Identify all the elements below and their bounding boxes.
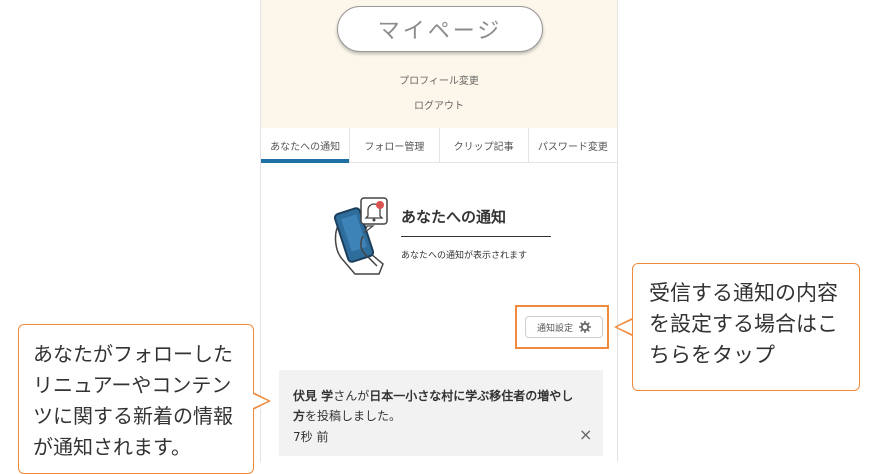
- notification-card[interactable]: 伏見 学さんが日本一小さな村に学ぶ移住者の増やし方を投稿しました。 7秒 前 ×: [279, 370, 603, 456]
- notifications-heading: あなたへの通知: [401, 208, 507, 226]
- profile-area: マイページ プロフィール変更 ログアウト: [261, 0, 617, 128]
- mypage-panel: マイページ プロフィール変更 ログアウト あなたへの通知 フォロー管理 クリップ…: [260, 0, 618, 462]
- close-icon[interactable]: ×: [579, 426, 592, 444]
- callout-pointer-left-fill: [253, 394, 268, 408]
- tab-follow-management[interactable]: フォロー管理: [350, 128, 440, 162]
- callout-pointer-right-fill: [617, 320, 632, 334]
- notification-message: 伏見 学さんが日本一小さな村に学ぶ移住者の増やし方を投稿しました。: [293, 386, 583, 426]
- tab-notifications[interactable]: あなたへの通知: [261, 128, 351, 163]
- heading-divider: [401, 236, 551, 237]
- phone-notification-icon: [333, 197, 388, 275]
- notifications-description: あなたへの通知が表示されます: [401, 251, 528, 261]
- notification-action: を投稿しました。: [305, 409, 402, 423]
- profile-edit-link[interactable]: プロフィール変更: [261, 72, 617, 87]
- logout-link[interactable]: ログアウト: [261, 97, 617, 112]
- mypage-button[interactable]: マイページ: [337, 6, 543, 52]
- tab-clipped-articles[interactable]: クリップ記事: [440, 128, 529, 162]
- settings-callout: 受信する通知の内容を設定する場合はこちらをタップ: [632, 263, 860, 391]
- settings-highlight-frame: [515, 305, 609, 349]
- notification-actor-suffix: さんが: [333, 389, 370, 403]
- tab-bar: あなたへの通知 フォロー管理 クリップ記事 パスワード変更: [261, 128, 617, 163]
- notification-callout: あなたがフォローしたリニュアーやコンテンツに関する新着の情報が通知されます。: [18, 324, 254, 474]
- tab-password-change[interactable]: パスワード変更: [529, 128, 617, 162]
- notification-actor[interactable]: 伏見 学: [293, 389, 333, 403]
- notification-timestamp: 7秒 前: [293, 430, 329, 444]
